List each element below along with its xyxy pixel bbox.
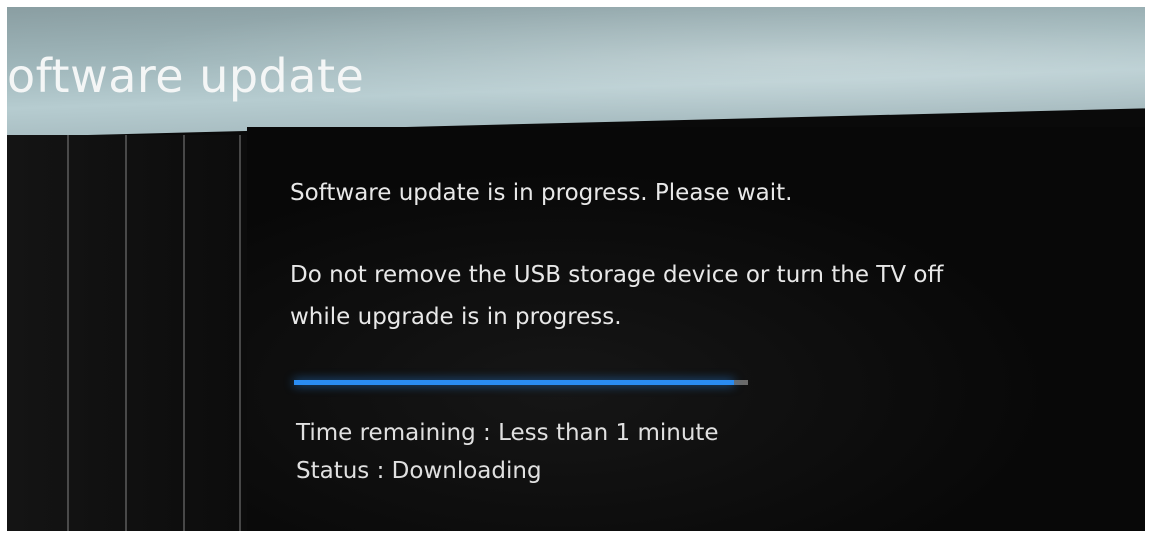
warning-line-2: while upgrade is in progress. [290,304,622,330]
progress-bar [294,380,748,385]
side-divider [125,135,127,531]
progress-bar-fill [294,380,735,385]
status-text: Status : Downloading [296,458,542,484]
warning-line-1: Do not remove the USB storage device or … [290,262,944,288]
side-divider [239,135,241,531]
side-divider [67,135,69,531]
side-divider [183,135,185,531]
progress-message: Software update is in progress. Please w… [290,180,793,206]
page-title: oftware update [7,49,365,103]
time-remaining: Time remaining : Less than 1 minute [296,420,719,446]
side-panel [7,135,247,531]
